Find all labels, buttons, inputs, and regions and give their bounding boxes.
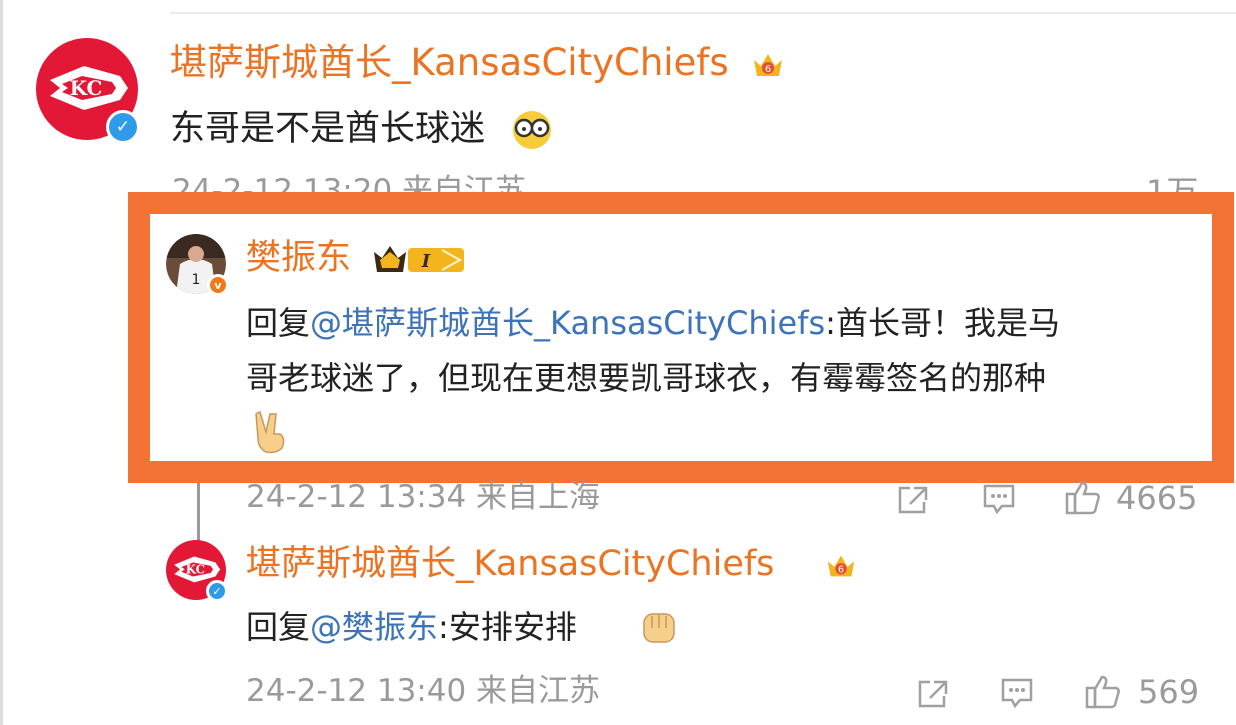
- reply2-like-count: 569: [1138, 673, 1200, 711]
- svg-text:I: I: [421, 251, 431, 272]
- vip-crown-icon: I: [374, 246, 464, 272]
- fan-zhendong-avatar[interactable]: 1 v: [166, 234, 229, 296]
- mention-link[interactable]: @堪萨斯城酋长_KansasCityChiefs: [310, 304, 825, 342]
- reply2-prefix: 回复: [246, 608, 311, 646]
- comment-icon[interactable]: [1000, 676, 1034, 710]
- mention-link[interactable]: @樊振东: [310, 608, 438, 646]
- svg-text:1: 1: [192, 272, 201, 288]
- chiefs-avatar-small[interactable]: KC ✓: [166, 540, 228, 602]
- svg-text:6: 6: [838, 565, 844, 576]
- crown-level-icon: 6: [754, 54, 782, 76]
- reply-text-line1: 回复@堪萨斯城酋长_KansasCityChiefs:酋长哥！我是马: [246, 307, 1060, 339]
- reply-author-name[interactable]: 樊振东: [246, 241, 351, 276]
- reply2-text: 回复@樊振东:安排安排: [246, 611, 577, 643]
- svg-text:KC: KC: [186, 563, 205, 577]
- reply2-author-name[interactable]: 堪萨斯城酋长_KansasCityChiefs: [246, 547, 774, 582]
- share-icon[interactable]: [896, 484, 930, 516]
- svg-text:KC: KC: [70, 76, 103, 100]
- verified-badge-icon: v: [207, 274, 229, 296]
- comment-icon[interactable]: [982, 482, 1016, 516]
- like-icon[interactable]: [1084, 674, 1122, 710]
- glasses-face-emoji-icon: [513, 111, 551, 149]
- svg-text:6: 6: [765, 64, 771, 75]
- top-divider: [170, 12, 1236, 14]
- reply-like-count: 4665: [1116, 479, 1198, 517]
- like-icon[interactable]: [1064, 480, 1102, 516]
- chiefs-avatar[interactable]: KC ✓: [36, 38, 140, 144]
- reply2-meta: 24-2-12 13:40 来自江苏: [246, 673, 601, 709]
- crown-level-icon: 6: [827, 555, 855, 577]
- reply-text-line2: 哥老球迷了，但现在更想要凯哥球衣，有霉霉签名的那种: [246, 359, 1047, 397]
- reply-text-part1: :酋长哥！我是马: [825, 304, 1060, 342]
- reply2-text-body: :安排安排: [438, 608, 577, 646]
- comment-text: 东哥是不是酋长球迷: [170, 112, 485, 147]
- reply-meta: 24-2-12 13:34 来自上海: [246, 479, 601, 515]
- left-edge-divider: [0, 0, 3, 725]
- share-icon[interactable]: [916, 678, 950, 710]
- comment-author-name[interactable]: 堪萨斯城酋长_KansasCityChiefs: [170, 44, 729, 81]
- verified-badge-icon: ✓: [206, 580, 228, 602]
- fist-emoji-icon: [643, 613, 675, 643]
- victory-hand-emoji-icon: [255, 410, 285, 454]
- reply-prefix: 回复: [246, 304, 311, 342]
- verified-badge-icon: ✓: [106, 110, 140, 144]
- weibo-comment-thread: KC ✓ 堪萨斯城酋长_KansasCityChiefs 6 东哥是不是酋长球迷…: [0, 0, 1236, 725]
- comment-text-body: 东哥是不是酋长球迷: [170, 109, 486, 149]
